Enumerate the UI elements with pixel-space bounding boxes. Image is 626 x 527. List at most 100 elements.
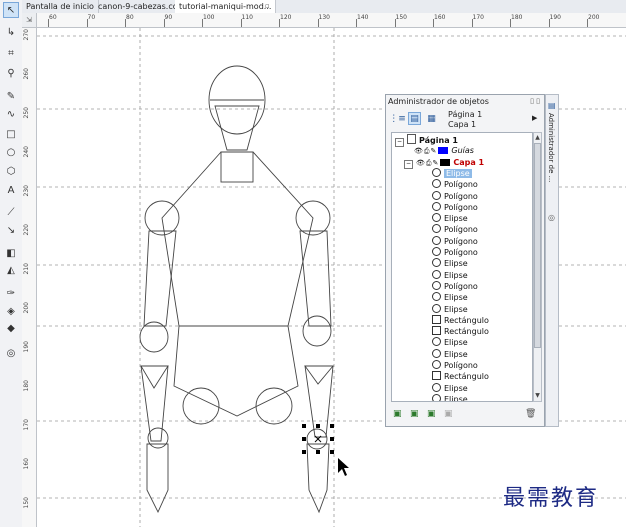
tree-layer-row[interactable]: − 👁⎙✎ Capa 1 [404, 157, 484, 169]
tree-object-row[interactable]: Polígono [432, 201, 478, 213]
edit-across-layers-icon[interactable]: ▦ [425, 112, 438, 125]
ruler-origin[interactable]: ⇲ [22, 13, 37, 28]
tree-object-row[interactable]: Rectángulo [432, 371, 489, 382]
polygon-tool-icon[interactable]: ⬡ [3, 163, 19, 179]
tree-object-row[interactable]: Elipse [432, 393, 468, 401]
vertical-ruler[interactable]: 270 260 250 240 230 220 210 200 190 180 170 160 150 [22, 27, 37, 527]
delete-icon[interactable]: 🗑 [525, 409, 536, 419]
tree-object-row[interactable]: Elipse [432, 337, 468, 348]
ruler-tick [356, 19, 357, 27]
pelvis-polygon [173, 325, 299, 417]
tree-object-row[interactable]: Elipse [432, 292, 468, 303]
tree-object-row[interactable]: Elipse [432, 167, 472, 179]
tree-object-row[interactable]: Rectángulo [432, 326, 489, 337]
add-tool-icon[interactable]: ◎ [3, 345, 19, 361]
tree-item-label: Polígono [444, 202, 478, 212]
rectangle-tool-icon[interactable]: □ [3, 126, 19, 142]
tree-object-row[interactable]: Elipse [432, 258, 468, 269]
horizontal-ruler[interactable]: 60 70 80 90 100 110 120 130 140 150 160 170 180 190 20… [22, 13, 626, 28]
edit-pencil-icon[interactable]: ✎ [433, 159, 439, 167]
object-manager-tab-icon: ▤ [548, 101, 556, 110]
ruler-tick-label: 140 [357, 14, 369, 21]
drop-shadow-icon[interactable]: ◧ [3, 245, 19, 261]
ellipse-object-icon [432, 292, 441, 302]
print-icon[interactable]: ⎙ [424, 147, 430, 155]
panel-window-buttons[interactable]: ▯ ▯ [530, 97, 540, 105]
tree-item-label: Polígono [444, 180, 478, 190]
tree-object-row[interactable]: Elipse [432, 303, 468, 315]
collapse-icon[interactable]: − [404, 159, 413, 169]
eyedropper-icon[interactable]: ✑ [3, 285, 19, 301]
dimension-tool-icon[interactable]: ⟋ [3, 204, 19, 220]
connector-tool-icon[interactable]: ↘ [3, 222, 19, 238]
ellipse-tool-icon[interactable]: ○ [3, 144, 19, 160]
new-master-layer-even-icon[interactable]: ▣ [427, 409, 436, 419]
polygon-object-icon [432, 179, 441, 189]
neck-rectangle [220, 151, 254, 183]
scroll-down-icon[interactable]: ▼ [534, 391, 541, 400]
text-tool-icon[interactable]: A [3, 182, 19, 198]
docker-side-tab[interactable]: ▤ Administrador de ... ◎ [545, 94, 559, 427]
tree-item-label: Página 1 [419, 136, 458, 145]
tree-object-row[interactable]: Elipse [432, 213, 468, 224]
pick-tool-icon[interactable]: ↖ [3, 2, 19, 18]
freehand-tool-icon[interactable]: ✎ [3, 88, 19, 104]
tab-canon-file[interactable]: canon-9-cabezas.cdr [94, 0, 187, 13]
new-layer-icon[interactable]: ▣ [393, 409, 402, 419]
ruler-tick-label: 100 [203, 14, 215, 21]
show-object-properties-icon[interactable]: ▤ [408, 112, 421, 125]
scrollbar-thumb[interactable] [534, 143, 541, 348]
current-page-selector[interactable]: Página 1 Capa 1 [448, 110, 482, 130]
show-properties-icon[interactable]: ⋮≡ [389, 112, 406, 125]
ellipse-object-icon [432, 303, 441, 313]
new-master-layer-odd-icon[interactable]: ▣ [444, 409, 453, 419]
smart-fill-icon[interactable]: ◆ [3, 320, 19, 336]
zoom-tool-icon[interactable]: ⚲ [3, 65, 19, 81]
tree-item-label: Elipse [444, 259, 468, 269]
shape-tool-icon[interactable]: ↳ [3, 24, 19, 40]
ruler-tick [317, 19, 319, 27]
tree-page-row[interactable]: − Página 1 [395, 134, 458, 147]
tree-object-row[interactable]: Polígono [432, 179, 478, 190]
tree-object-row[interactable]: Rectángulo [432, 314, 489, 326]
edit-pencil-icon[interactable]: ✎ [431, 147, 437, 155]
visibility-eye-icon[interactable]: 👁 [414, 147, 423, 155]
polygon-object-icon [432, 280, 441, 290]
polygon-object-icon [432, 235, 441, 245]
tree-object-row[interactable]: Polígono [432, 190, 478, 202]
tab-start-screen[interactable]: Pantalla de inicio [22, 0, 99, 13]
right-hand-ellipse [306, 428, 328, 450]
fill-tool-icon[interactable]: ◈ [3, 303, 19, 319]
new-master-layer-icon[interactable]: ▣ [410, 409, 419, 419]
object-tree-scrollbar[interactable]: ▲ ▼ [533, 132, 542, 402]
tab-overflow-icon[interactable]: ▫ [261, 0, 274, 13]
ruler-tick-label: 190 [23, 341, 30, 353]
ruler-tick-label: 200 [588, 14, 600, 21]
object-tree[interactable]: − Página 1 👁⎙✎ Guías − 👁⎙✎ Capa 1 Elipse Polígon… [391, 132, 533, 402]
ruler-tick-label: 130 [318, 14, 330, 21]
tree-object-row[interactable]: Elipse [432, 382, 468, 394]
add-docker-icon[interactable]: ◎ [548, 213, 555, 222]
page-menu-arrow-icon[interactable]: ▶ [532, 114, 537, 122]
left-elbow-ellipse [139, 321, 169, 353]
mouse-cursor-icon [338, 458, 349, 476]
layer-color-swatch [438, 147, 449, 155]
tree-object-row[interactable]: Polígono [432, 235, 478, 247]
visibility-eye-icon[interactable]: 👁 [416, 159, 425, 167]
collapse-icon[interactable]: − [395, 138, 404, 147]
ruler-tick-label: 160 [23, 458, 30, 470]
artistic-media-icon[interactable]: ∿ [3, 106, 19, 122]
tree-item-label: Polígono [444, 361, 478, 370]
crop-tool-icon[interactable]: ⌗ [3, 45, 19, 61]
transparency-icon[interactable]: ◭ [3, 262, 19, 278]
print-icon[interactable]: ⎙ [426, 159, 432, 167]
tree-object-row[interactable]: Polígono [432, 224, 478, 235]
tree-object-row[interactable]: Elipse [432, 348, 468, 360]
tree-object-row[interactable]: Polígono [432, 280, 478, 292]
tree-object-row[interactable]: Polígono [432, 247, 478, 258]
tree-guides-row[interactable]: 👁⎙✎ Guías [404, 145, 474, 156]
tree-object-row[interactable]: Polígono [432, 360, 478, 371]
scroll-up-icon[interactable]: ▲ [534, 133, 541, 142]
tree-item-label: Elipse [444, 349, 468, 359]
tree-object-row[interactable]: Elipse [432, 269, 468, 281]
